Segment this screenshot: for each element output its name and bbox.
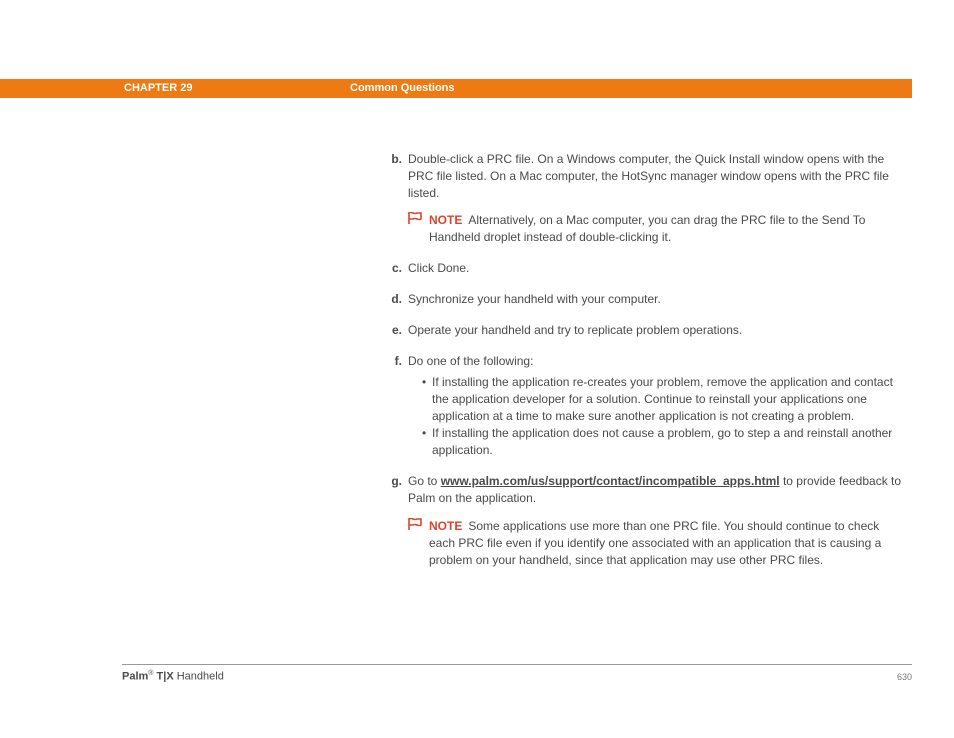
bullet-item: • If installing the application does not… [422,425,902,459]
list-item-f: f. Do one of the following: • If install… [384,353,902,459]
flag-icon [408,212,426,246]
list-item-b: b. Double-click a PRC file. On a Windows… [384,151,902,246]
list-label: d. [384,291,402,308]
bullet-text: If installing the application does not c… [432,425,902,459]
bullet-marker: • [422,425,432,459]
item-text: Click Done. [408,260,902,277]
note-block: NOTESome applications use more than one … [408,518,902,569]
page: CHAPTER 29 Common Questions b. Double-cl… [0,0,954,738]
item-text: Do one of the following: [408,354,533,368]
item-text: Operate your handheld and try to replica… [408,322,902,339]
footer-rule [122,664,912,665]
list-body: Double-click a PRC file. On a Windows co… [408,151,902,246]
note-body: Some applications use more than one PRC … [429,519,881,567]
note-text: NOTESome applications use more than one … [429,518,902,569]
list-item-g: g. Go to www.palm.com/us/support/contact… [384,473,902,568]
note-block: NOTEAlternatively, on a Mac computer, yo… [408,212,902,246]
list-item-d: d. Synchronize your handheld with your c… [384,291,902,308]
item-text-pre: Go to [408,474,441,488]
bullet-marker: • [422,374,432,425]
list-body: Do one of the following: • If installing… [408,353,902,459]
note-label: NOTE [429,213,462,227]
list-label: e. [384,322,402,339]
footer-brand: Palm [122,671,148,683]
list-item-c: c. Click Done. [384,260,902,277]
list-label: g. [384,473,402,568]
footer-product: Palm® T|X Handheld [122,670,224,683]
footer-model: T|X [153,671,173,683]
page-number: 630 [897,672,912,682]
bullet-item: • If installing the application re-creat… [422,374,902,425]
chapter-title: Common Questions [350,79,455,98]
note-label: NOTE [429,519,462,533]
body-content: b. Double-click a PRC file. On a Windows… [384,151,902,583]
list-label: f. [384,353,402,459]
chapter-number: CHAPTER 29 [124,79,192,98]
item-text: Synchronize your handheld with your comp… [408,291,902,308]
bullet-text: If installing the application re-creates… [432,374,902,425]
note-body: Alternatively, on a Mac computer, you ca… [429,213,865,244]
support-link[interactable]: www.palm.com/us/support/contact/incompat… [441,474,780,488]
footer-rest: Handheld [174,671,224,683]
bullet-list: • If installing the application re-creat… [408,374,902,459]
list-item-e: e. Operate your handheld and try to repl… [384,322,902,339]
note-text: NOTEAlternatively, on a Mac computer, yo… [429,212,902,246]
list-body: Go to www.palm.com/us/support/contact/in… [408,473,902,568]
chapter-header-bar: CHAPTER 29 Common Questions [0,79,912,98]
list-label: c. [384,260,402,277]
item-text: Double-click a PRC file. On a Windows co… [408,152,889,200]
list-label: b. [384,151,402,246]
flag-icon [408,518,426,569]
